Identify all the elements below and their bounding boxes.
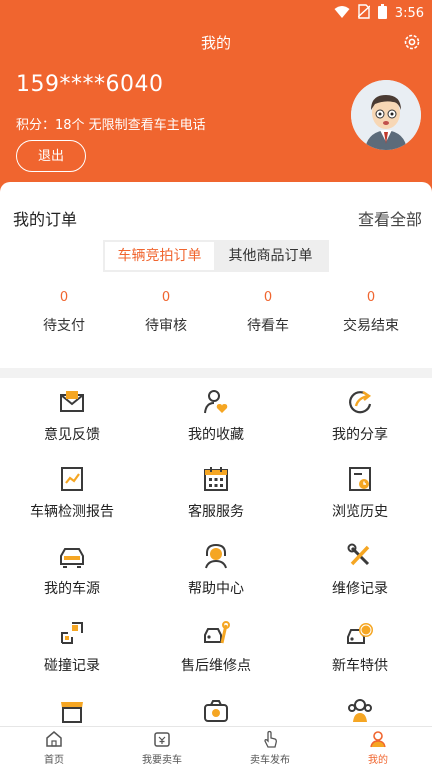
tab-label: 卖车发布 (250, 755, 290, 766)
tab-home[interactable]: 首页 (0, 727, 108, 768)
menu-item-new-car-special[interactable]: 新车特供 (288, 609, 432, 686)
menu-item-label: 客服服务 (188, 504, 244, 520)
view-all-orders-link[interactable]: 查看全部 (358, 206, 422, 230)
menu-item-my-share[interactable]: 我的分享 (288, 378, 432, 455)
home-icon (45, 730, 63, 748)
menu-item-help-center[interactable]: 帮助中心 (144, 532, 288, 609)
group-icon (346, 696, 374, 724)
status-bar: 3:56 (0, 0, 432, 24)
feedback-envelope-icon (58, 388, 86, 416)
profile-header: 3:56 我的 159****6040 积分：18个 无限制查看车主电话 退出 (0, 0, 432, 205)
menu-item-label: 售后维修点 (181, 658, 251, 674)
menu-item-customer-service[interactable]: 客服服务 (144, 455, 288, 532)
tab-other-product-orders[interactable]: 其他商品订单 (214, 242, 327, 270)
points-info: 积分：18个 无限制查看车主电话 (16, 118, 206, 133)
title-bar: 我的 (0, 24, 432, 60)
menu-item-label: 碰撞记录 (44, 658, 100, 674)
menu-item-browse-history[interactable]: 浏览历史 (288, 455, 432, 532)
no-sim-icon (357, 4, 371, 23)
headset-help-icon (202, 542, 230, 570)
menu-item-favorites[interactable]: 我的收藏 (144, 378, 288, 455)
collision-icon (58, 619, 86, 647)
tab-label: 我要卖车 (142, 755, 182, 766)
tab-vehicle-auction-orders[interactable]: 车辆竞拍订单 (105, 242, 214, 270)
status-label: 待支付 (43, 318, 85, 334)
menu-item-my-car-source[interactable]: 我的车源 (0, 532, 144, 609)
repair-car-wrench-icon (202, 619, 230, 647)
order-status-pending-review[interactable]: 0 待审核 (112, 290, 220, 335)
inspection-report-icon (58, 465, 86, 493)
favorite-person-icon (202, 388, 230, 416)
page-title: 我的 (200, 34, 231, 52)
menu-item-label: 我的收藏 (188, 427, 244, 443)
share-arrow-icon (346, 388, 374, 416)
logout-button[interactable]: 退出 (16, 140, 86, 172)
tab-label: 首页 (44, 755, 64, 766)
status-count: 0 (366, 290, 376, 305)
car-source-icon (58, 542, 86, 570)
menu-item-label: 维修记录 (332, 581, 388, 597)
user-phone: 159****6040 (16, 72, 164, 97)
menu-item-label: 浏览历史 (332, 504, 388, 520)
order-status-pending-payment[interactable]: 0 待支付 (10, 290, 118, 335)
orders-card: 我的订单 查看全部 车辆竞拍订单 其他商品订单 0 待支付 0 待审核 0 待看… (0, 182, 432, 368)
tools-icon (346, 542, 374, 570)
status-count: 0 (59, 290, 69, 305)
order-status-completed[interactable]: 0 交易结束 (317, 290, 425, 335)
status-count: 0 (263, 290, 273, 305)
battery-icon (377, 4, 387, 23)
status-time: 3:56 (394, 6, 424, 21)
menu-item-collision-records[interactable]: 碰撞记录 (0, 609, 144, 686)
tap-hand-icon (261, 730, 279, 748)
calendar-service-icon (202, 465, 230, 493)
history-clock-icon (346, 465, 374, 493)
avatar[interactable] (351, 80, 421, 150)
menu-item-label: 帮助中心 (188, 581, 244, 597)
menu-grid: 意见反馈 我的收藏 我的分享 车辆检测报告 客服服务 浏览历史 我的车源 帮助中… (0, 378, 432, 726)
tab-sell-car[interactable]: 我要卖车 (108, 727, 216, 768)
menu-item-camera[interactable] (144, 686, 288, 726)
order-tabs: 车辆竞拍订单 其他商品订单 (103, 240, 329, 272)
menu-item-store[interactable] (0, 686, 144, 726)
tab-profile[interactable]: 我的 (324, 727, 432, 768)
menu-item-feedback[interactable]: 意见反馈 (0, 378, 144, 455)
sell-car-icon (153, 730, 171, 748)
menu-item-label: 我的分享 (332, 427, 388, 443)
menu-item-inspection-report[interactable]: 车辆检测报告 (0, 455, 144, 532)
menu-item-label: 新车特供 (332, 658, 388, 674)
orders-title: 我的订单 (13, 210, 78, 229)
menu-item-label: 车辆检测报告 (30, 504, 114, 520)
status-label: 交易结束 (343, 318, 399, 334)
tab-publish-sale[interactable]: 卖车发布 (216, 727, 324, 768)
settings-gear-icon[interactable] (402, 32, 422, 52)
camera-icon (202, 696, 230, 724)
status-label: 待审核 (145, 318, 187, 334)
tab-label: 我的 (368, 755, 388, 766)
order-status-pending-viewing[interactable]: 0 待看车 (214, 290, 322, 335)
profile-icon (369, 730, 387, 748)
wifi-icon (334, 5, 350, 23)
status-count: 0 (161, 290, 171, 305)
menu-item-label: 意见反馈 (44, 427, 100, 443)
status-label: 待看车 (247, 318, 289, 334)
bottom-tab-bar: 首页 我要卖车 卖车发布 我的 (0, 726, 432, 768)
menu-item-repair-records[interactable]: 维修记录 (288, 532, 432, 609)
menu-item-group[interactable] (288, 686, 432, 726)
menu-item-label: 我的车源 (44, 581, 100, 597)
new-car-icon (346, 619, 374, 647)
menu-item-after-sales-repair[interactable]: 售后维修点 (144, 609, 288, 686)
store-icon (58, 696, 86, 724)
